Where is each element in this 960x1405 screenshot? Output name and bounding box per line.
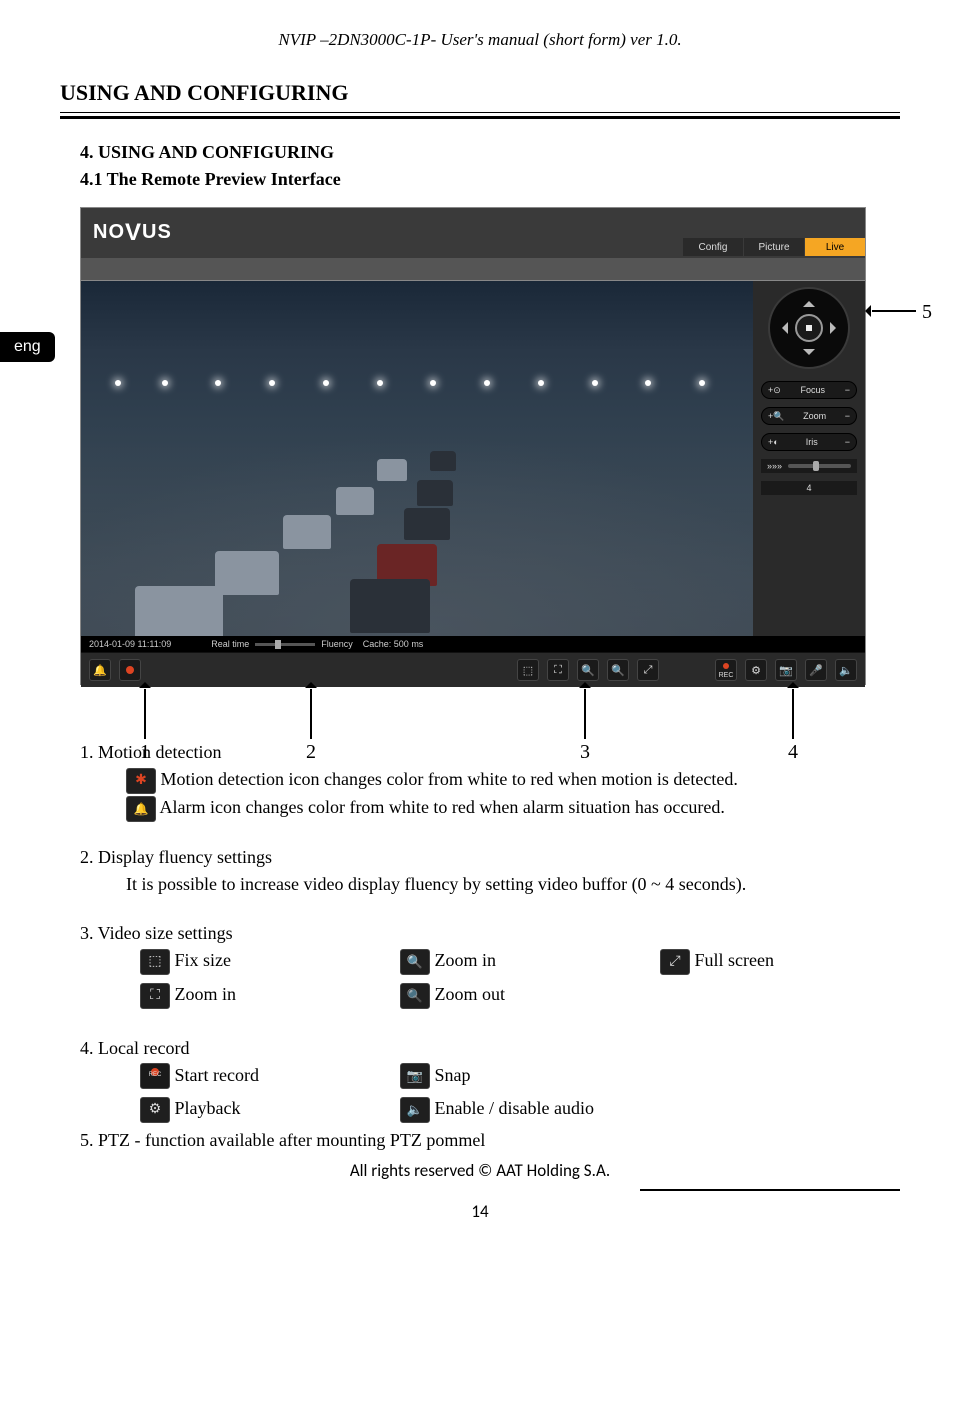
fixsize-icon[interactable]: ⬚	[517, 659, 539, 681]
rec-icon	[140, 1063, 170, 1089]
divider-thin	[60, 112, 900, 113]
icon-bar: 🔔 ⬚ ⛶ 🔍 🔍 ⤢ REC ⚙ 📷 🎤 🔈	[81, 652, 865, 687]
zoomin-icon	[400, 949, 430, 975]
focus-label: Focus	[781, 385, 845, 395]
zoom-label: Zoom	[784, 411, 844, 421]
speed-slider[interactable]: »»»	[761, 459, 857, 473]
realtime-label: Real time	[211, 639, 249, 649]
callout-arrow-4	[792, 689, 794, 739]
speed-number: 4	[806, 483, 811, 493]
fluency-label: Fluency	[321, 639, 353, 649]
tab-picture[interactable]: Picture	[744, 238, 804, 256]
heading-4: 4. USING AND CONFIGURING	[80, 139, 900, 166]
section-2-line1: It is possible to increase video display…	[126, 874, 746, 894]
timestamp: 2014-01-09 11:11:09	[89, 639, 171, 649]
snap-icon	[400, 1063, 430, 1089]
status-bar: 2014-01-09 11:11:09 Real time Fluency Ca…	[81, 636, 865, 652]
snap-label: Snap	[435, 1065, 471, 1085]
ptz-direction-pad[interactable]	[768, 287, 850, 369]
screenshot-header: NOVUS Config Picture Live	[81, 208, 865, 258]
zoomout-label: Zoom out	[435, 984, 506, 1004]
page-header: NVIP –2DN3000C-1P- User's manual (short …	[60, 30, 900, 50]
header-tabs: Config Picture Live	[682, 238, 865, 258]
callout-arrow-3	[584, 689, 586, 739]
section-1-line2: Alarm icon changes color from white to r…	[160, 797, 725, 817]
zoom-icon: 🔍	[773, 411, 784, 422]
callout-4: 4	[788, 741, 798, 764]
zoomout-icon[interactable]: 🔍	[607, 659, 629, 681]
callout-arrow-2	[310, 689, 312, 739]
fullscreen-icon[interactable]: ⤢	[637, 659, 659, 681]
rec-icon[interactable]: REC	[715, 659, 737, 681]
fullscreen-label: Full screen	[695, 950, 774, 970]
cache-label: Cache: 500 ms	[363, 639, 424, 649]
minus-icon[interactable]: −	[845, 411, 850, 421]
ptz-left-icon[interactable]	[776, 322, 788, 334]
ptz-down-icon[interactable]	[803, 349, 815, 361]
fluency-slider[interactable]	[255, 643, 315, 646]
divider-thick	[60, 116, 900, 119]
tab-live[interactable]: Live	[805, 238, 865, 256]
section-title: USING AND CONFIGURING	[60, 80, 900, 106]
zoomout-icon	[400, 983, 430, 1009]
section-4-title: 4. Local record	[80, 1035, 900, 1062]
footer-rights: All rights reserved © AAT Holding S.A.	[60, 1160, 900, 1181]
playback-icon[interactable]: ⚙	[745, 659, 767, 681]
speed-value: 4	[761, 481, 857, 495]
audio-icon	[400, 1097, 430, 1123]
zoomin-bottom-label: Zoom in	[175, 984, 237, 1004]
minus-icon[interactable]: −	[845, 385, 850, 395]
section-3-title: 3. Video size settings	[80, 920, 900, 947]
zoomfit-icon	[140, 983, 170, 1009]
mic-icon[interactable]: 🎤	[805, 659, 827, 681]
ptz-panel: + ⊙ Focus − + 🔍 Zoom − + ◐ Iris −	[753, 281, 865, 636]
minus-icon[interactable]: −	[845, 437, 850, 447]
section-5-line: 5. PTZ - function available after mounti…	[80, 1127, 900, 1154]
ptz-right-icon[interactable]	[830, 322, 842, 334]
focus-icon: ⊙	[773, 385, 781, 396]
section-1-line1: Motion detection icon changes color from…	[161, 769, 738, 789]
audio-label: Enable / disable audio	[435, 1098, 594, 1118]
fitsize-icon[interactable]: ⛶	[547, 659, 569, 681]
motion-detection-icon	[126, 768, 156, 794]
alarm-icon	[126, 796, 156, 822]
ptz-center-button[interactable]	[795, 314, 823, 342]
fixsize-label: Fix size	[175, 950, 232, 970]
playback-label: Playback	[175, 1098, 241, 1118]
callout-2: 2	[306, 741, 316, 764]
video-area[interactable]	[81, 281, 753, 636]
novus-logo: NOVUS	[93, 219, 172, 247]
alarm-icon[interactable]: 🔔	[89, 659, 111, 681]
callout-arrow-1	[144, 689, 146, 739]
iris-control[interactable]: + ◐ Iris −	[761, 433, 857, 451]
ptz-up-icon[interactable]	[803, 295, 815, 307]
heading-4-1: 4.1 The Remote Preview Interface	[80, 166, 900, 193]
audio-icon[interactable]: 🔈	[835, 659, 857, 681]
fixsize-icon	[140, 949, 170, 975]
focus-control[interactable]: + ⊙ Focus −	[761, 381, 857, 399]
callout-3: 3	[580, 741, 590, 764]
iris-label: Iris	[779, 437, 845, 447]
playback-icon	[140, 1097, 170, 1123]
language-badge: eng	[0, 332, 55, 362]
callout-1: 1	[140, 741, 150, 764]
motion-icon[interactable]	[119, 659, 141, 681]
zoomin-top-label: Zoom in	[435, 950, 497, 970]
page-number: 14	[60, 1201, 900, 1222]
tab-config[interactable]: Config	[683, 238, 743, 256]
arrows-icon: »»»	[767, 461, 782, 471]
callout-arrow-5	[872, 310, 916, 312]
footer-divider	[640, 1189, 900, 1191]
screenshot-preview: NOVUS Config Picture Live	[80, 207, 866, 685]
callout-5: 5	[922, 301, 932, 324]
zoom-control[interactable]: + 🔍 Zoom −	[761, 407, 857, 425]
screenshot-substrip	[81, 258, 865, 280]
fullscreen-icon	[660, 949, 690, 975]
section-2-title: 2. Display fluency settings	[80, 844, 900, 871]
start-record-label: Start record	[175, 1065, 259, 1085]
